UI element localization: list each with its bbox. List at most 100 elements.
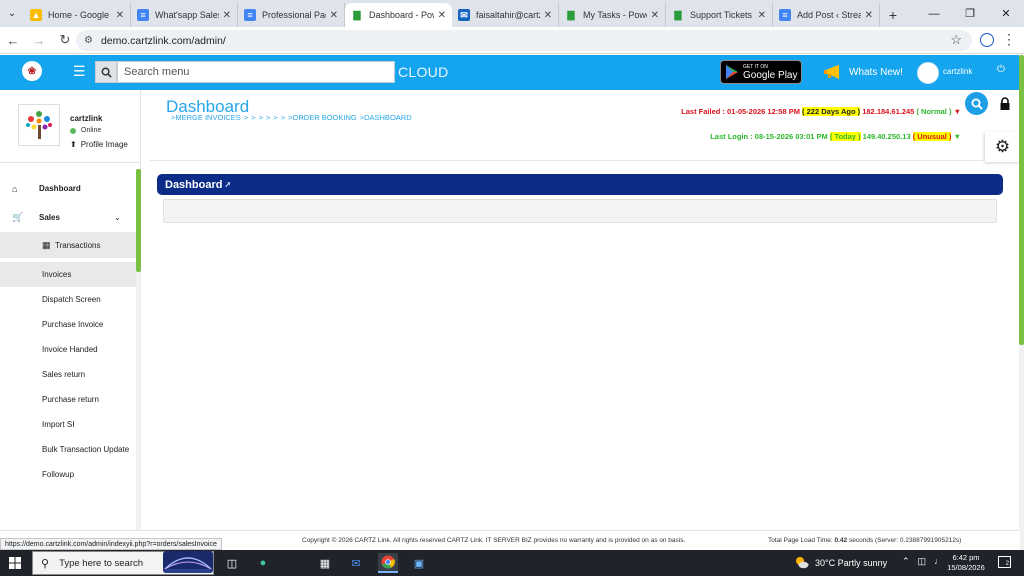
minimize-icon[interactable]: — (916, 0, 952, 27)
last-failed-ago: ( 222 Days Ago ) (802, 107, 861, 116)
close-tab-icon[interactable]: ✕ (330, 10, 338, 21)
power-icon[interactable]: ⏻ (997, 64, 1005, 75)
close-tab-icon[interactable]: ✕ (438, 10, 446, 21)
reload-icon[interactable]: ↻ (52, 27, 78, 54)
browser-tab-8[interactable]: ≡ Add Post ‹ Stream ✕ (773, 3, 880, 27)
restore-icon[interactable]: ❐ (952, 0, 988, 27)
sidebar-item-import-si[interactable]: Import SI (0, 412, 136, 437)
brand-logo[interactable]: ❀ (22, 61, 42, 81)
notification-center-icon[interactable]: 2 (998, 556, 1011, 568)
sidebar-item-purchase-return[interactable]: Purchase return (0, 387, 136, 412)
close-window-icon[interactable]: ✕ (988, 0, 1024, 27)
google-docs-icon: ≡ (137, 9, 149, 21)
address-bar[interactable]: ⚙ demo.cartzlink.com/admin/ (76, 30, 972, 51)
sidebar-scrollbar-thumb[interactable] (136, 169, 141, 272)
partly-sunny-icon (796, 557, 809, 569)
remote-desktop-icon[interactable]: ▣ (409, 553, 429, 573)
show-hidden-icons-chevron-icon[interactable]: ⌃ (902, 556, 910, 567)
hamburger-menu-icon[interactable]: ☰ (73, 63, 86, 80)
browser-tab-2[interactable]: ≡ What'sapp Sales M ✕ (131, 3, 238, 27)
breadcrumb-link[interactable]: > (273, 113, 277, 122)
outlook-icon[interactable]: ✉ (346, 553, 366, 573)
back-arrow-icon[interactable]: ← (0, 27, 26, 54)
bookmark-star-icon[interactable]: ☆ (950, 32, 962, 48)
sidebar-item-invoices[interactable]: Invoices (0, 262, 136, 287)
sidebar-item-sales-return[interactable]: Sales return (0, 362, 136, 387)
breadcrumb-link[interactable]: > (281, 113, 285, 122)
sidebar-item-transactions[interactable]: ▦ Transactions (0, 232, 136, 258)
close-tab-icon[interactable]: ✕ (223, 10, 231, 21)
last-failed-info: Last Failed : 01-05-2026 12:58 PM ( 222 … (681, 107, 961, 116)
browser-tab-5[interactable]: ✉ faisaltahir@cartzli ✕ (452, 3, 559, 27)
weather-text: 30°C Partly sunny (815, 557, 888, 568)
sidebar-item-dispatch-screen[interactable]: Dispatch Screen (0, 287, 136, 312)
chrome-icon[interactable] (378, 553, 398, 573)
search-menu-button[interactable] (95, 61, 117, 83)
profile-image-link[interactable]: ⬆ Profile Image (70, 140, 128, 149)
cart-icon: 🛒 (12, 211, 24, 222)
whats-new-text: Whats New! (849, 66, 903, 78)
sidebar-item-followup[interactable]: Followup (0, 462, 136, 487)
breadcrumb-link[interactable]: > (251, 113, 255, 122)
google-play-badge[interactable]: GET IT ON Google Play (720, 60, 802, 84)
breadcrumb-link[interactable]: >ORDER BOOKING (288, 113, 357, 122)
close-tab-icon[interactable]: ✕ (865, 10, 873, 21)
site-logo-icon: ▇ (353, 9, 361, 20)
windows-start-icon[interactable] (9, 557, 21, 569)
sidebar-menu: ⌂ Dashboard 🛒 Sales ⌄ ▦ Transactions Inv… (0, 175, 136, 487)
profile-icon[interactable] (980, 33, 994, 47)
global-search-button[interactable] (965, 92, 988, 115)
sidebar-item-invoice-handed[interactable]: Invoice Handed (0, 337, 136, 362)
sidebar-scrollbar[interactable] (136, 169, 141, 561)
store-icon[interactable]: ▦ (315, 553, 335, 573)
close-tab-icon[interactable]: ✕ (116, 10, 124, 21)
volume-icon[interactable]: ♩ (934, 556, 943, 567)
browser-tab-6[interactable]: ▇ My Tasks - Powerf ✕ (559, 3, 666, 27)
whats-new-link[interactable]: Whats New! (824, 65, 903, 79)
network-icon[interactable]: ◫ (918, 556, 927, 567)
close-tab-icon[interactable]: ✕ (544, 10, 552, 21)
load-time-value: 0.42 (834, 537, 848, 544)
sidebar-item-sales[interactable]: 🛒 Sales ⌄ (0, 202, 136, 232)
new-tab-button[interactable]: + (880, 3, 906, 27)
task-view-icon[interactable]: ◫ (222, 553, 242, 573)
browser-tab-4[interactable]: ▇ Dashboard - Powe ✕ (345, 3, 452, 27)
site-info-icon[interactable]: ⚙ (84, 35, 93, 46)
settings-button[interactable]: ⚙ (985, 132, 1020, 162)
browser-tab-1[interactable]: ▲ Home - Google Dr ✕ (24, 3, 131, 27)
page-scrollbar-thumb[interactable] (1019, 55, 1024, 345)
page-scrollbar[interactable] (1019, 55, 1024, 550)
breadcrumb-link[interactable]: > (259, 113, 263, 122)
bridge-image-icon[interactable] (163, 551, 213, 573)
system-clock[interactable]: 6:42 pm 15/08/2026 (943, 553, 989, 573)
breadcrumb-link[interactable]: >DASHBOARD (360, 113, 412, 122)
tab-title: Add Post ‹ Stream (797, 10, 861, 20)
sidebar-item-bulk-transaction-update[interactable]: Bulk Transaction Update (0, 437, 136, 462)
close-tab-icon[interactable]: ✕ (651, 10, 659, 21)
sidebar-item-purchase-invoice[interactable]: Purchase Invoice (0, 312, 136, 337)
lock-icon[interactable] (999, 97, 1011, 111)
forward-arrow-icon[interactable]: → (26, 27, 52, 54)
browser-menu-icon[interactable]: ⋮ (1002, 31, 1016, 48)
weather-widget[interactable]: 30°C Partly sunny (794, 556, 887, 569)
browser-tab-7[interactable]: ▇ Support Tickets - ✕ (666, 3, 773, 27)
edge-browser-icon[interactable]: ● (253, 553, 273, 573)
sidebar-item-label: Bulk Transaction Update (42, 445, 130, 454)
sidebar-item-dashboard[interactable]: ⌂ Dashboard (0, 175, 136, 202)
sidebar-item-label: Purchase return (42, 395, 99, 404)
user-avatar[interactable] (917, 62, 939, 84)
breadcrumb-link[interactable]: > (244, 113, 248, 122)
breadcrumb-link[interactable]: >MERGE INVOICES (171, 113, 241, 122)
browser-tab-3[interactable]: ≡ Professional Packa ✕ (238, 3, 345, 27)
header-username[interactable]: cartzlink (943, 67, 972, 76)
last-login-toggle-icon[interactable]: ▼ (954, 132, 961, 141)
last-failed-toggle-icon[interactable]: ▼ (954, 107, 961, 116)
breadcrumb-link[interactable]: > (266, 113, 270, 122)
last-login-label: Last Login : 08-15-2026 03:01 PM (710, 132, 828, 141)
tab-search-chevron-icon[interactable]: ⌄ (0, 0, 24, 27)
online-status: Online (70, 127, 101, 134)
pin-icon[interactable]: ➚ (224, 180, 231, 189)
taskbar-search-placeholder: Type here to search (59, 557, 144, 569)
close-tab-icon[interactable]: ✕ (758, 10, 766, 21)
search-menu-input[interactable] (117, 61, 395, 83)
